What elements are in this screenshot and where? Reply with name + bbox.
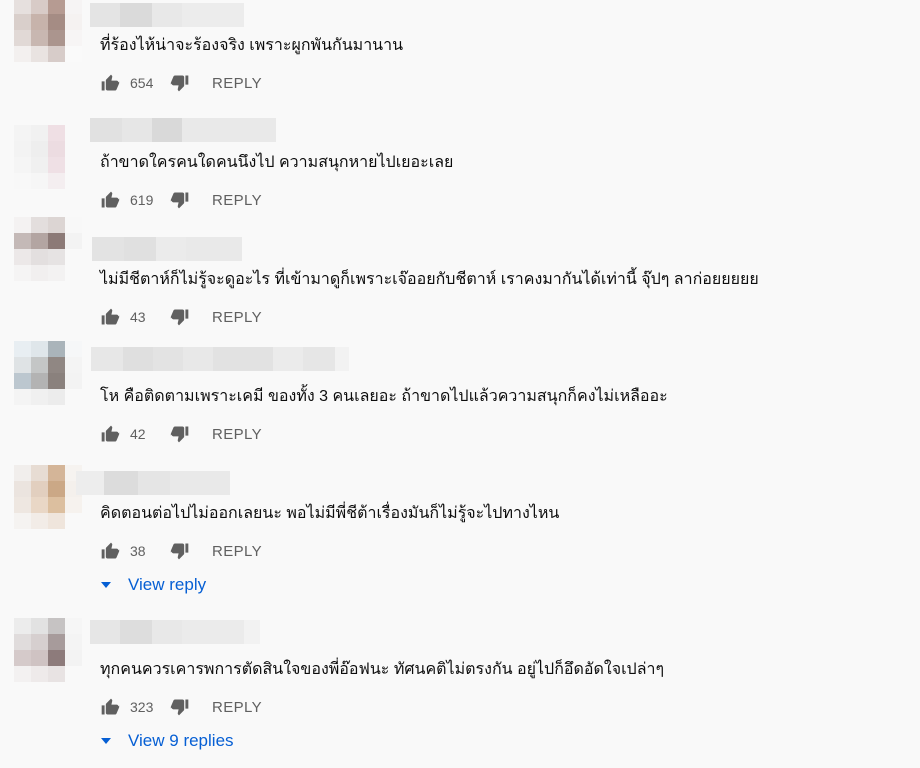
thumbs-down-icon[interactable] — [170, 73, 190, 93]
thumbs-up-icon[interactable] — [100, 73, 120, 93]
thumbs-down-icon[interactable] — [170, 697, 190, 717]
thumbs-down-icon[interactable] — [170, 541, 190, 561]
reply-button[interactable]: REPLY — [212, 426, 262, 443]
comment-actions: 43 REPLY — [100, 305, 262, 329]
thumbs-up-icon[interactable] — [100, 424, 120, 444]
reply-button[interactable]: REPLY — [212, 699, 262, 716]
comment-text: ที่ร้องไห้น่าจะร้องจริง เพราะผูกพันกันมา… — [100, 37, 404, 54]
comment-actions: 654 REPLY — [100, 71, 262, 95]
avatar[interactable] — [14, 217, 82, 281]
avatar[interactable] — [14, 618, 82, 682]
thumbs-down-icon[interactable] — [170, 424, 190, 444]
thumbs-down-icon[interactable] — [170, 307, 190, 327]
author-name-redacted[interactable] — [90, 620, 260, 644]
reply-button[interactable]: REPLY — [212, 309, 262, 326]
view-replies-button[interactable]: View 9 replies — [100, 731, 234, 751]
avatar[interactable] — [14, 341, 82, 405]
like-count: 323 — [130, 699, 154, 715]
author-name-redacted[interactable] — [90, 3, 244, 27]
caret-down-icon — [101, 582, 111, 588]
comment-actions: 619 REPLY — [100, 188, 262, 212]
caret-down-icon — [101, 738, 111, 744]
avatar[interactable] — [14, 125, 82, 189]
avatar[interactable] — [14, 465, 82, 529]
author-name-redacted[interactable] — [91, 347, 349, 371]
author-name-redacted[interactable] — [76, 471, 230, 495]
view-replies-label: View 9 replies — [128, 731, 234, 750]
reply-button[interactable]: REPLY — [212, 543, 262, 560]
thumbs-up-icon[interactable] — [100, 697, 120, 717]
like-count: 654 — [130, 75, 154, 91]
comment-text: ถ้าขาดใครคนใดคนนึงไป ความสนุกหายไปเยอะเล… — [100, 154, 454, 171]
reply-button[interactable]: REPLY — [212, 75, 262, 92]
comment-text: ทุกคนควรเคารพการตัดสินใจของพี่อ๊อฟนะ ทัศ… — [100, 661, 665, 678]
thumbs-down-icon[interactable] — [170, 190, 190, 210]
comment-text: คิดตอนต่อไปไม่ออกเลยนะ พอไม่มีพี่ชีต้าเร… — [100, 505, 560, 522]
comment-actions: 38 REPLY — [100, 539, 262, 563]
like-count: 42 — [130, 426, 146, 442]
author-name-redacted[interactable] — [92, 237, 242, 261]
thumbs-up-icon[interactable] — [100, 307, 120, 327]
thumbs-up-icon[interactable] — [100, 190, 120, 210]
like-count: 38 — [130, 543, 146, 559]
comment-actions: 323 REPLY — [100, 695, 262, 719]
thumbs-up-icon[interactable] — [100, 541, 120, 561]
like-count: 619 — [130, 192, 154, 208]
author-name-redacted[interactable] — [90, 118, 276, 142]
like-count: 43 — [130, 309, 146, 325]
comment-text: โห คือติดตามเพราะเคมี ของทั้ง 3 คนเลยอะ … — [100, 388, 668, 405]
reply-button[interactable]: REPLY — [212, 192, 262, 209]
comment-actions: 42 REPLY — [100, 422, 262, 446]
view-replies-label: View reply — [128, 575, 207, 594]
view-replies-button[interactable]: View reply — [100, 575, 206, 595]
comment-text: ไม่มีชีตาห์ก็ไม่รู้จะดูอะไร ที่เข้ามาดูก… — [100, 271, 759, 288]
avatar[interactable] — [14, 0, 82, 62]
